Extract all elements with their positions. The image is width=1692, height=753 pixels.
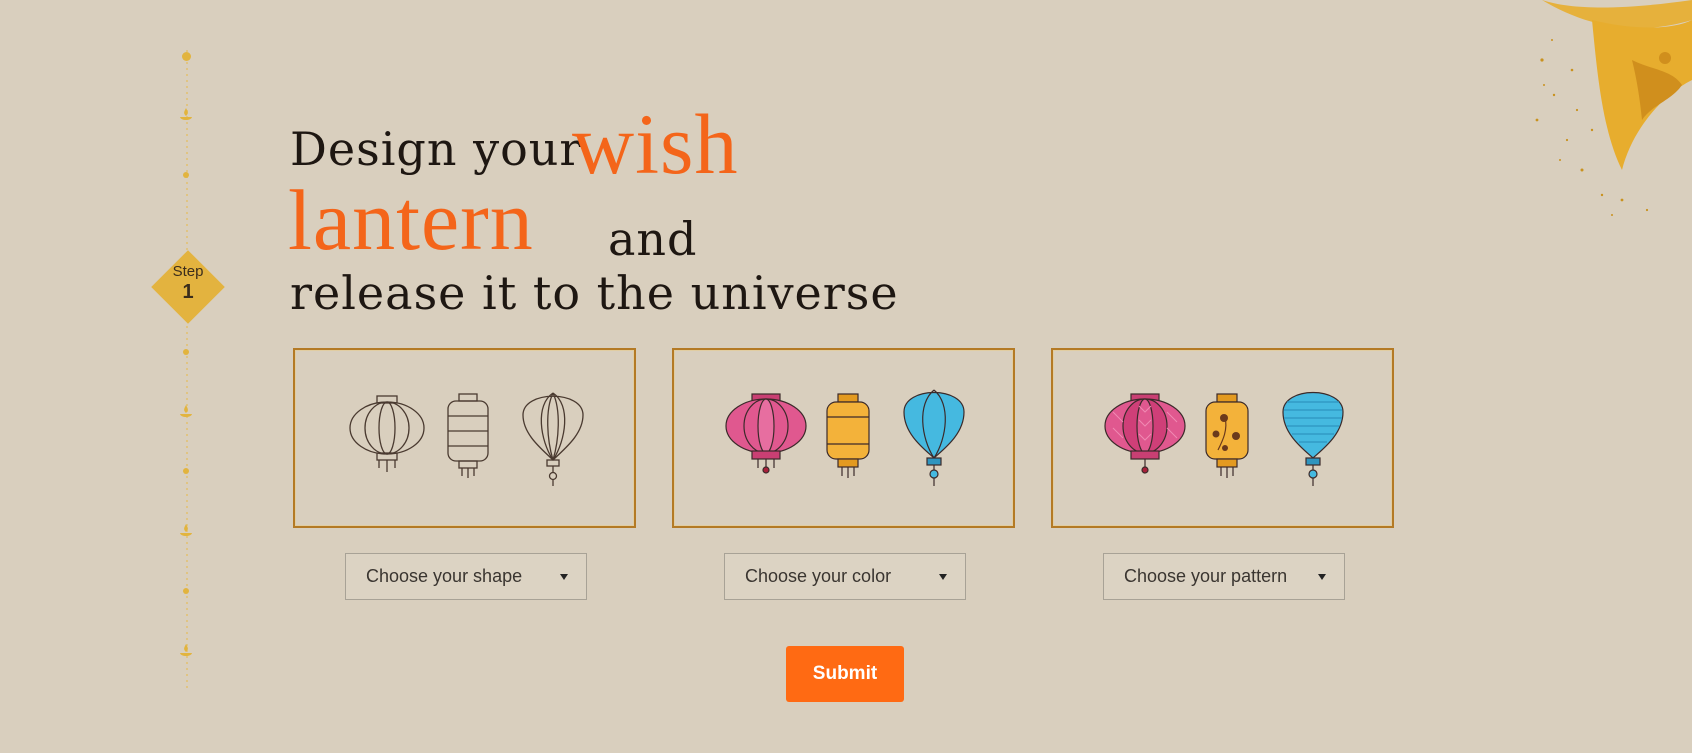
lantern-outline-icon	[349, 392, 584, 486]
heading-line3: release it to the universe	[290, 266, 899, 320]
diya-icon	[180, 524, 192, 536]
timeline-dot	[182, 52, 191, 61]
heading-accent-lantern: lantern	[288, 172, 534, 268]
submit-button[interactable]: Submit	[786, 646, 904, 702]
step-badge: Step 1	[150, 249, 226, 325]
diya-icon	[180, 405, 192, 417]
timeline-dot	[183, 349, 189, 355]
step-number: 1	[182, 280, 194, 303]
heading-accent-wish: wish	[572, 96, 739, 192]
color-preview-panel[interactable]	[672, 348, 1015, 528]
timeline-dot	[183, 468, 189, 474]
color-select-value: Choose your color	[745, 566, 892, 586]
caret-down-icon	[560, 573, 568, 580]
lantern-patterned-icon	[1104, 392, 1344, 486]
heading-line1-prefix: Design your	[290, 122, 583, 176]
shape-preview-panel[interactable]	[293, 348, 636, 528]
caret-down-icon	[1318, 573, 1326, 580]
color-select[interactable]: Choose your color	[724, 553, 966, 600]
pattern-select[interactable]: Choose your pattern	[1103, 553, 1345, 600]
shape-select-value: Choose your shape	[366, 566, 523, 586]
diya-icon	[180, 108, 192, 120]
lantern-colored-icon	[725, 389, 965, 486]
progress-timeline	[186, 50, 188, 690]
pattern-select-value: Choose your pattern	[1124, 566, 1288, 586]
gold-leaf-ornament	[1535, 0, 1692, 216]
pattern-preview-panel[interactable]	[1051, 348, 1394, 528]
caret-down-icon	[939, 573, 947, 580]
timeline-dot	[183, 588, 189, 594]
shape-select[interactable]: Choose your shape	[345, 553, 587, 600]
heading-line2-suffix: and	[608, 212, 698, 266]
diya-icon	[180, 644, 192, 656]
step-label: Step	[172, 263, 204, 280]
timeline-dot	[183, 172, 189, 178]
